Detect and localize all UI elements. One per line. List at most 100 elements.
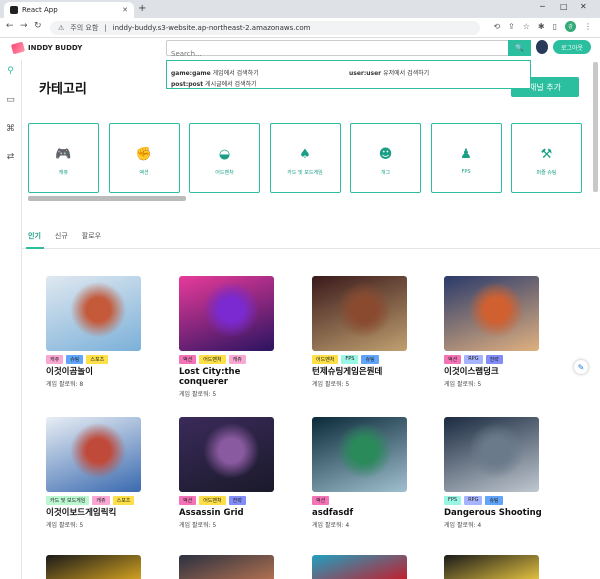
game-card[interactable]: 액션 RPG 전략 이것이스램덩크 게임 팔로워: 5 xyxy=(444,276,544,388)
logo[interactable]: INDDY BUDDY xyxy=(10,41,82,55)
game-thumbnail[interactable] xyxy=(444,555,539,579)
browser-tab[interactable]: React App ✕ xyxy=(4,2,134,18)
category-card[interactable]: 🎮 캐쥬 xyxy=(28,123,99,193)
search-icon: 🔍 xyxy=(515,44,524,52)
category-label: 개그 xyxy=(380,170,391,176)
game-thumbnail[interactable] xyxy=(179,555,274,579)
game-card[interactable]: FPS RPG 슈팅 Dangerous Shooting 게임 팔로워: 4 xyxy=(444,417,544,529)
profile-nav-icon[interactable]: ⚲ xyxy=(5,66,16,77)
game-card[interactable]: 액션 어드벤처 전략 Assassin Grid 게임 팔로워: 5 xyxy=(179,417,279,529)
game-thumbnail[interactable] xyxy=(46,555,141,579)
hint-key: user:user xyxy=(349,70,382,77)
close-tab-icon[interactable]: ✕ xyxy=(122,6,128,14)
genre-tag: 액션 xyxy=(179,496,197,505)
category-card[interactable]: ♠ 카드 및 보드게임 xyxy=(269,123,341,193)
category-card[interactable]: ☻ 개그 xyxy=(350,123,421,193)
genre-tag: 어드벤처 xyxy=(199,355,226,364)
bookmark-nav-icon[interactable]: ▭ xyxy=(5,95,16,106)
profile-avatar[interactable]: 강 xyxy=(565,21,576,32)
game-thumbnail[interactable] xyxy=(444,417,539,492)
hint-key: game:game xyxy=(171,70,211,77)
search-input[interactable] xyxy=(167,47,507,61)
menu-icon[interactable]: ⋮ xyxy=(584,22,592,31)
game-card[interactable]: 액션 어드벤처 캐쥬 Lost City:the conquerer 게임 팔로워: 5 xyxy=(179,276,279,398)
category-scrollbar[interactable] xyxy=(28,196,186,201)
game-thumbnail[interactable] xyxy=(46,276,141,351)
url-text: inddy-buddy.s3-website.ap-northeast-2.am… xyxy=(112,24,311,32)
genre-tag: 스포츠 xyxy=(86,355,109,364)
translate-icon[interactable]: ⟲ xyxy=(493,22,500,31)
swap-nav-icon[interactable]: ⇄ xyxy=(5,152,16,163)
game-title[interactable]: asdfasdf xyxy=(312,508,412,518)
game-title[interactable]: 턴제슈팅게임은뭔데 xyxy=(312,367,412,377)
genre-tag: 전략 xyxy=(485,355,503,364)
hint-post[interactable]: post:post 게시글에서 검색하기 xyxy=(171,79,257,88)
extensions-icon[interactable]: ✱ xyxy=(538,22,545,31)
tab-title: React App xyxy=(22,6,58,14)
game-followers: 게임 팔로워: 5 xyxy=(312,381,350,388)
genre-tag: 스포츠 xyxy=(112,496,135,505)
logout-button[interactable]: 로그아웃 xyxy=(553,40,591,54)
game-card[interactable]: 액션 asdfasdf 게임 팔로워: 4 xyxy=(312,417,412,529)
close-window-icon[interactable]: ✕ xyxy=(580,2,587,11)
tag-list: FPS RPG 슈팅 xyxy=(444,496,539,505)
feed-tab[interactable]: 신규 xyxy=(55,231,68,241)
game-card[interactable]: 카드 및 보드게임 캐쥬 스포츠 이것이보드게임릭킥 게임 팔로워: 5 xyxy=(46,417,146,529)
smile-icon: ☻ xyxy=(378,147,393,162)
category-label: 퍼즐 슈팅 xyxy=(536,170,557,176)
new-tab-icon[interactable]: + xyxy=(138,3,146,14)
minimize-icon[interactable]: ─ xyxy=(540,2,545,11)
feed-tab[interactable]: 인기 xyxy=(28,231,41,241)
game-thumbnail[interactable] xyxy=(179,417,274,492)
genre-tag: 캐쥬 xyxy=(92,496,110,505)
game-thumbnail[interactable] xyxy=(312,276,407,351)
game-title[interactable]: Assassin Grid xyxy=(179,508,279,518)
forward-icon[interactable]: → xyxy=(20,21,28,31)
game-title[interactable]: 이것이스램덩크 xyxy=(444,367,544,377)
game-thumbnail[interactable] xyxy=(312,417,407,492)
category-list: 🎮 캐쥬 ✊ 액션 ◒ 어드벤처 ♠ 카드 및 보드게임 ☻ 개그 ♟ FPS ⚒ 퍼즐 슈팅 xyxy=(28,123,600,193)
game-title[interactable]: 이것이곰놀이 xyxy=(46,367,146,377)
reload-icon[interactable]: ↻ xyxy=(34,21,42,31)
tag-list: 캐쥬 슈팅 스포츠 xyxy=(46,355,141,364)
game-thumbnail[interactable] xyxy=(179,276,274,351)
game-title[interactable]: Lost City:the conquerer xyxy=(179,367,279,387)
category-card[interactable]: ✊ 액션 xyxy=(108,123,180,193)
feed-tab[interactable]: 팔로우 xyxy=(82,231,101,241)
hint-game[interactable]: game:game 게임에서 검색하기 xyxy=(171,68,259,77)
category-label: 카드 및 보드게임 xyxy=(287,170,323,176)
sidebar: ⚲ ▭ ⌘ ⇄ xyxy=(0,60,22,579)
category-card[interactable]: ♟ FPS xyxy=(430,123,502,193)
tag-list: 액션 어드벤처 캐쥬 xyxy=(179,355,274,364)
game-followers: 게임 팔로워: 8 xyxy=(46,381,84,388)
game-thumbnail[interactable] xyxy=(444,276,539,351)
game-thumbnail[interactable] xyxy=(46,417,141,492)
feather-icon[interactable]: ✎ xyxy=(574,360,588,374)
genre-tag: 캐쥬 xyxy=(46,355,64,364)
maximize-icon[interactable]: □ xyxy=(560,2,568,11)
game-title[interactable]: Dangerous Shooting xyxy=(444,508,544,518)
gamepad-nav-icon[interactable]: ⌘ xyxy=(5,124,16,135)
hint-desc: 게시글에서 검색하기 xyxy=(205,81,257,88)
share-icon[interactable]: ⇪ xyxy=(508,22,515,31)
category-card[interactable]: ◒ 어드벤처 xyxy=(189,123,260,193)
game-title[interactable]: 이것이보드게임릭킥 xyxy=(46,508,146,518)
user-avatar[interactable] xyxy=(536,40,548,54)
tag-list: 액션 xyxy=(312,496,407,505)
security-label: 주의 요함 xyxy=(70,24,99,32)
hint-user[interactable]: user:user 유저에서 검색하기 xyxy=(349,68,429,77)
bookmark-star-icon[interactable]: ☆ xyxy=(523,22,530,31)
search-button[interactable]: 🔍 xyxy=(508,40,531,56)
game-card[interactable]: 어드벤처 FPS 슈팅 턴제슈팅게임은뭔데 게임 팔로워: 5 xyxy=(312,276,412,388)
genre-tag: 어드벤처 xyxy=(312,355,339,364)
game-card[interactable]: 캐쥬 슈팅 스포츠이것이곰놀이게임 팔로워: 8 xyxy=(46,276,146,388)
url-field[interactable]: ⚠ 주의 요함 | inddy-buddy.s3-website.ap-nort… xyxy=(50,21,480,35)
category-label: 액션 xyxy=(139,170,149,176)
game-followers: 게임 팔로워: 5 xyxy=(46,522,84,529)
game-thumbnail[interactable] xyxy=(312,555,407,579)
sidepanel-icon[interactable]: ▯ xyxy=(553,22,557,31)
fist-icon: ✊ xyxy=(135,147,153,162)
back-icon[interactable]: ← xyxy=(6,21,14,31)
category-card[interactable]: ⚒ 퍼즐 슈팅 xyxy=(511,123,582,193)
category-label: 캐쥬 xyxy=(58,170,69,176)
